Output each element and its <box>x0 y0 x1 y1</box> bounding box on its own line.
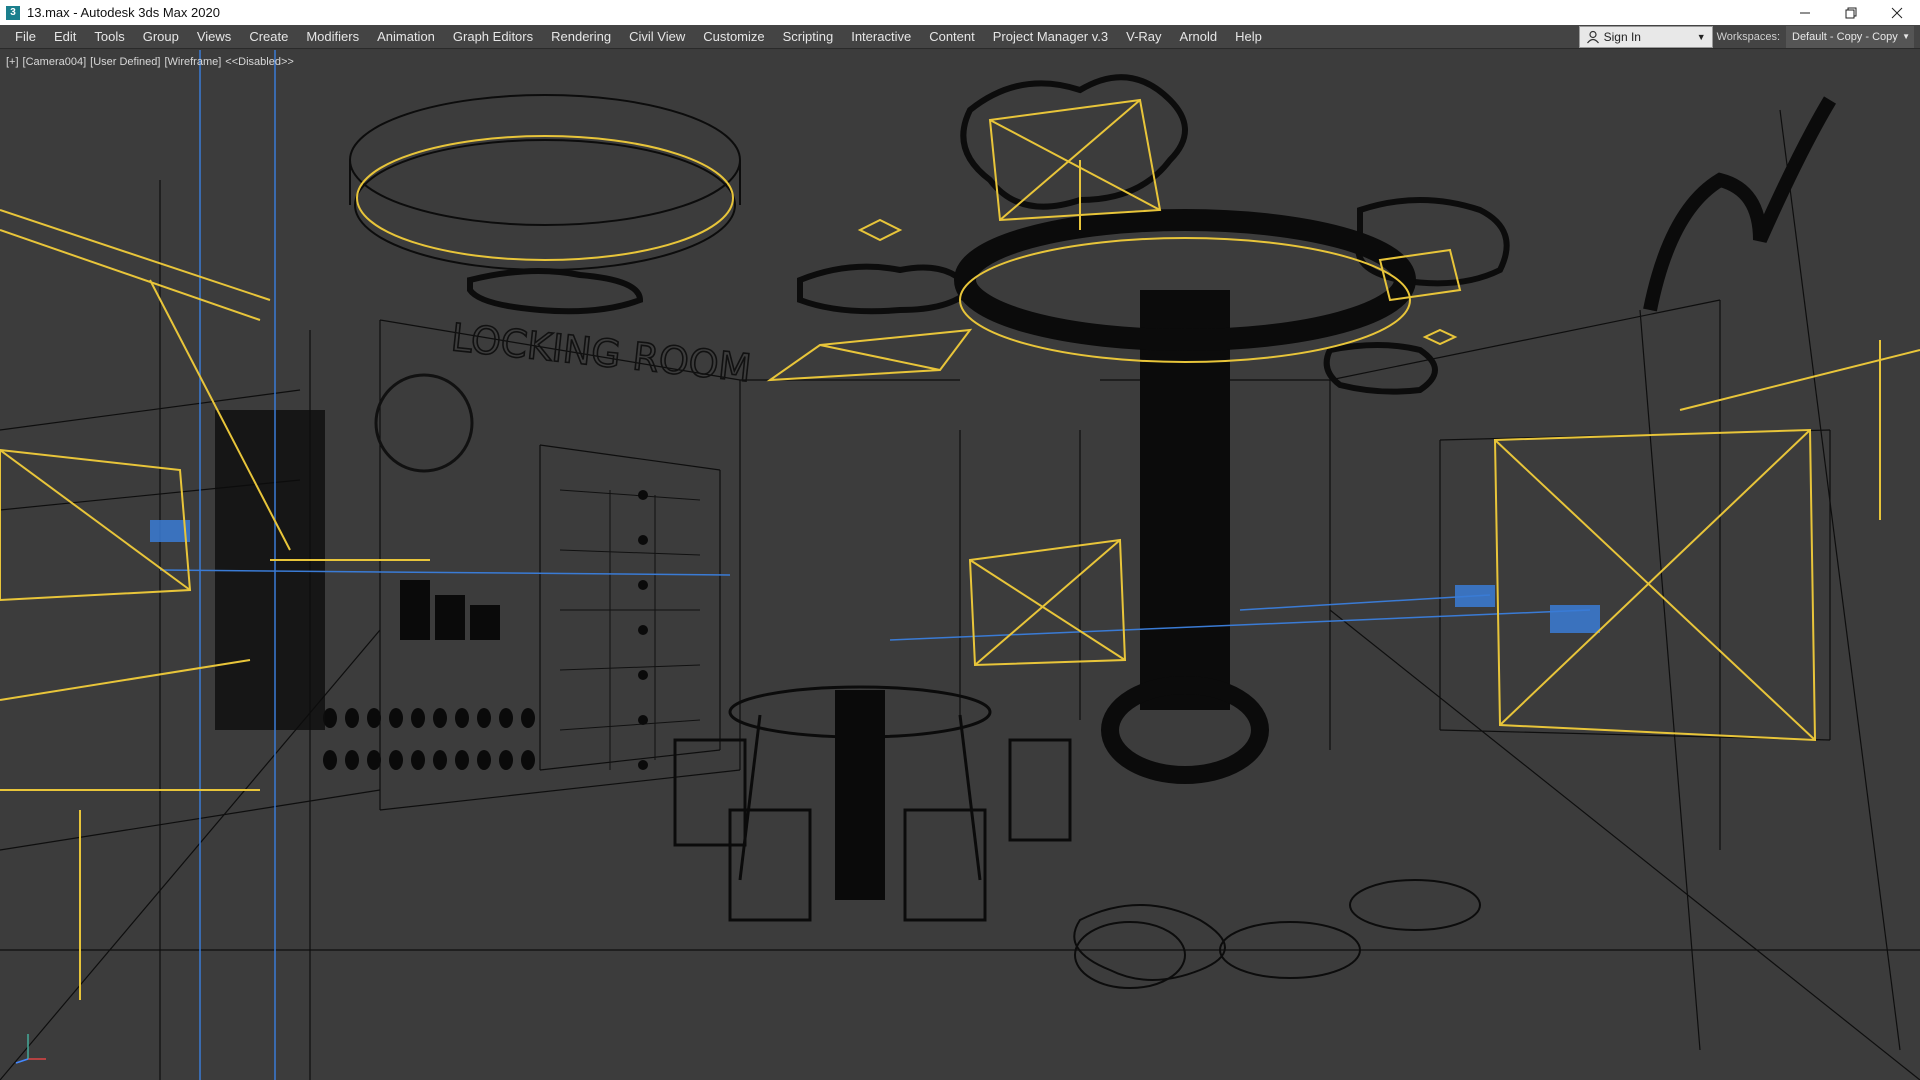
viewport-label: [+] [Camera004] [User Defined] [Wirefram… <box>6 56 294 68</box>
door-grid <box>559 489 701 770</box>
locking-room-sign: LOCKING ROOM <box>449 315 753 390</box>
menu-bar: File Edit Tools Group Views Create Modif… <box>0 25 1920 49</box>
tree-pillar <box>954 209 1416 784</box>
menu-project-manager[interactable]: Project Manager v.3 <box>984 26 1117 48</box>
title-bar: 3 13.max - Autodesk 3ds Max 2020 <box>0 0 1920 25</box>
sign-in-label: Sign In <box>1603 29 1641 44</box>
restore-button[interactable] <box>1828 0 1874 25</box>
wall-clock <box>374 373 474 473</box>
menu-edit[interactable]: Edit <box>45 26 85 48</box>
wall-curve-ornament <box>1643 96 1837 312</box>
chevron-down-icon: ▼ <box>1902 32 1910 41</box>
main-menu: File Edit Tools Group Views Create Modif… <box>0 26 1579 48</box>
workspaces-label: Workspaces: <box>1716 30 1780 43</box>
menu-rendering[interactable]: Rendering <box>542 26 620 48</box>
close-icon <box>1891 7 1903 18</box>
menu-civil-view[interactable]: Civil View <box>620 26 694 48</box>
ring-light-glow <box>356 135 734 261</box>
workspaces-select[interactable]: Default - Copy - Copy ▼ <box>1786 25 1914 48</box>
viewport-disabled-indicator[interactable]: <<Disabled>> <box>225 56 294 68</box>
viewport-menu-plus[interactable]: [+] <box>6 56 19 68</box>
menu-animation[interactable]: Animation <box>368 26 444 48</box>
app-logo-icon[interactable]: 3 <box>6 5 20 20</box>
menu-scripting[interactable]: Scripting <box>774 26 843 48</box>
axis-tripod-icon <box>15 1034 46 1064</box>
table-center <box>835 690 885 900</box>
wireframe-scene[interactable]: LOCKING ROOM <box>0 50 1920 1080</box>
menu-file[interactable]: File <box>6 26 45 48</box>
viewport-shading-mode[interactable]: [Wireframe] <box>164 56 221 68</box>
camera-icons <box>150 520 1600 633</box>
chevron-down-icon: ▼ <box>1696 31 1706 42</box>
menu-arnold[interactable]: Arnold <box>1171 26 1227 48</box>
menu-help[interactable]: Help <box>1226 26 1271 48</box>
ring-chandelier <box>349 94 741 271</box>
menu-create[interactable]: Create <box>240 26 297 48</box>
sign-in-dropdown[interactable]: Sign In ▼ <box>1578 25 1713 48</box>
floor-cloud-pattern <box>1073 879 1481 989</box>
workspaces-value: Default - Copy - Copy <box>1792 30 1898 43</box>
viewport-point-of-view[interactable]: [Camera004] <box>23 56 87 68</box>
menu-views[interactable]: Views <box>188 26 240 48</box>
menu-content[interactable]: Content <box>920 26 984 48</box>
close-button[interactable] <box>1874 0 1920 25</box>
door-knobs <box>638 490 648 770</box>
menu-customize[interactable]: Customize <box>694 26 773 48</box>
window-title: 13.max - Autodesk 3ds Max 2020 <box>27 5 220 20</box>
menu-interactive[interactable]: Interactive <box>842 26 920 48</box>
menu-tools[interactable]: Tools <box>85 26 133 48</box>
viewport-camera[interactable]: [+] [Camera004] [User Defined] [Wirefram… <box>0 50 1920 1080</box>
menu-graph-editors[interactable]: Graph Editors <box>444 26 542 48</box>
egg-shelf <box>323 580 535 770</box>
user-icon <box>1586 30 1599 43</box>
minimize-button[interactable] <box>1782 0 1828 25</box>
menu-modifiers[interactable]: Modifiers <box>297 26 368 48</box>
viewport-shading-preset[interactable]: [User Defined] <box>90 56 160 68</box>
menu-vray[interactable]: V-Ray <box>1117 26 1170 48</box>
restore-icon <box>1845 7 1857 18</box>
menu-group[interactable]: Group <box>134 26 188 48</box>
minimize-icon <box>1800 12 1810 13</box>
